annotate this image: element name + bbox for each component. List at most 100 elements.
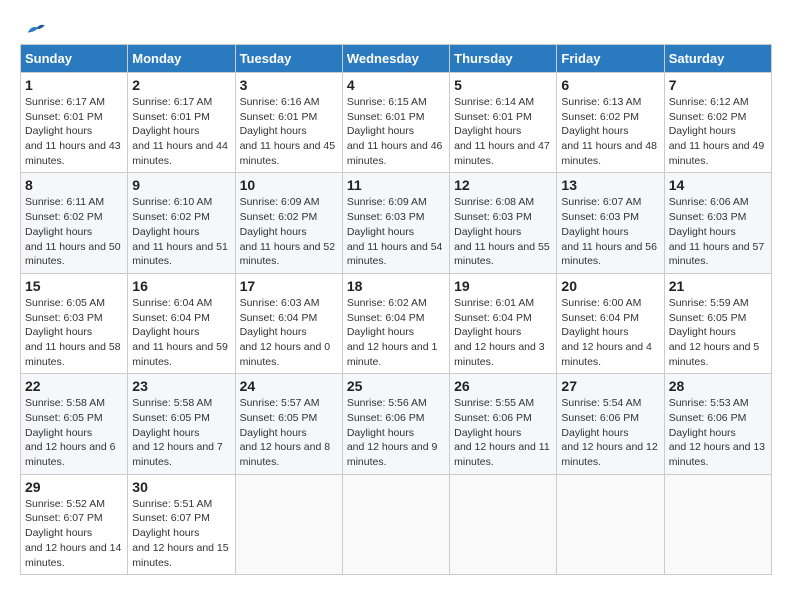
calendar-cell: 10 Sunrise: 6:09 AM Sunset: 6:02 PM Dayl… — [235, 173, 342, 273]
weekday-header-wednesday: Wednesday — [342, 45, 449, 73]
day-info: Sunrise: 6:09 AM Sunset: 6:02 PM Dayligh… — [240, 195, 338, 268]
day-number: 3 — [240, 77, 338, 93]
logo-bird-icon — [24, 20, 46, 38]
calendar-cell: 11 Sunrise: 6:09 AM Sunset: 6:03 PM Dayl… — [342, 173, 449, 273]
day-info: Sunrise: 6:15 AM Sunset: 6:01 PM Dayligh… — [347, 95, 445, 168]
calendar-cell: 19 Sunrise: 6:01 AM Sunset: 6:04 PM Dayl… — [450, 273, 557, 373]
day-info: Sunrise: 5:55 AM Sunset: 6:06 PM Dayligh… — [454, 396, 552, 469]
day-info: Sunrise: 6:09 AM Sunset: 6:03 PM Dayligh… — [347, 195, 445, 268]
calendar-cell: 7 Sunrise: 6:12 AM Sunset: 6:02 PM Dayli… — [664, 73, 771, 173]
weekday-header-friday: Friday — [557, 45, 664, 73]
calendar-cell — [664, 474, 771, 574]
calendar-cell — [450, 474, 557, 574]
weekday-header-thursday: Thursday — [450, 45, 557, 73]
day-info: Sunrise: 6:05 AM Sunset: 6:03 PM Dayligh… — [25, 296, 123, 369]
calendar-cell: 17 Sunrise: 6:03 AM Sunset: 6:04 PM Dayl… — [235, 273, 342, 373]
day-info: Sunrise: 6:10 AM Sunset: 6:02 PM Dayligh… — [132, 195, 230, 268]
day-info: Sunrise: 6:00 AM Sunset: 6:04 PM Dayligh… — [561, 296, 659, 369]
calendar-week-4: 22 Sunrise: 5:58 AM Sunset: 6:05 PM Dayl… — [21, 374, 772, 474]
calendar-cell: 29 Sunrise: 5:52 AM Sunset: 6:07 PM Dayl… — [21, 474, 128, 574]
day-info: Sunrise: 6:17 AM Sunset: 6:01 PM Dayligh… — [132, 95, 230, 168]
calendar-cell: 18 Sunrise: 6:02 AM Sunset: 6:04 PM Dayl… — [342, 273, 449, 373]
calendar-cell: 25 Sunrise: 5:56 AM Sunset: 6:06 PM Dayl… — [342, 374, 449, 474]
day-info: Sunrise: 6:07 AM Sunset: 6:03 PM Dayligh… — [561, 195, 659, 268]
calendar-cell: 4 Sunrise: 6:15 AM Sunset: 6:01 PM Dayli… — [342, 73, 449, 173]
day-info: Sunrise: 5:56 AM Sunset: 6:06 PM Dayligh… — [347, 396, 445, 469]
day-info: Sunrise: 5:51 AM Sunset: 6:07 PM Dayligh… — [132, 497, 230, 570]
day-info: Sunrise: 5:59 AM Sunset: 6:05 PM Dayligh… — [669, 296, 767, 369]
day-number: 10 — [240, 177, 338, 193]
day-info: Sunrise: 5:52 AM Sunset: 6:07 PM Dayligh… — [25, 497, 123, 570]
day-number: 7 — [669, 77, 767, 93]
calendar-cell: 20 Sunrise: 6:00 AM Sunset: 6:04 PM Dayl… — [557, 273, 664, 373]
day-info: Sunrise: 6:03 AM Sunset: 6:04 PM Dayligh… — [240, 296, 338, 369]
calendar-cell: 28 Sunrise: 5:53 AM Sunset: 6:06 PM Dayl… — [664, 374, 771, 474]
day-info: Sunrise: 5:53 AM Sunset: 6:06 PM Dayligh… — [669, 396, 767, 469]
page-header — [20, 20, 772, 34]
day-number: 30 — [132, 479, 230, 495]
day-number: 4 — [347, 77, 445, 93]
calendar-cell — [235, 474, 342, 574]
calendar-cell: 1 Sunrise: 6:17 AM Sunset: 6:01 PM Dayli… — [21, 73, 128, 173]
calendar-cell: 15 Sunrise: 6:05 AM Sunset: 6:03 PM Dayl… — [21, 273, 128, 373]
day-number: 6 — [561, 77, 659, 93]
day-number: 28 — [669, 378, 767, 394]
day-info: Sunrise: 5:58 AM Sunset: 6:05 PM Dayligh… — [25, 396, 123, 469]
day-number: 15 — [25, 278, 123, 294]
day-number: 1 — [25, 77, 123, 93]
day-info: Sunrise: 6:12 AM Sunset: 6:02 PM Dayligh… — [669, 95, 767, 168]
calendar-cell: 27 Sunrise: 5:54 AM Sunset: 6:06 PM Dayl… — [557, 374, 664, 474]
day-info: Sunrise: 5:58 AM Sunset: 6:05 PM Dayligh… — [132, 396, 230, 469]
calendar-cell: 26 Sunrise: 5:55 AM Sunset: 6:06 PM Dayl… — [450, 374, 557, 474]
calendar-cell: 30 Sunrise: 5:51 AM Sunset: 6:07 PM Dayl… — [128, 474, 235, 574]
day-number: 11 — [347, 177, 445, 193]
day-number: 16 — [132, 278, 230, 294]
calendar-cell: 13 Sunrise: 6:07 AM Sunset: 6:03 PM Dayl… — [557, 173, 664, 273]
calendar-week-3: 15 Sunrise: 6:05 AM Sunset: 6:03 PM Dayl… — [21, 273, 772, 373]
day-number: 9 — [132, 177, 230, 193]
day-info: Sunrise: 6:13 AM Sunset: 6:02 PM Dayligh… — [561, 95, 659, 168]
day-number: 13 — [561, 177, 659, 193]
calendar-header-row: SundayMondayTuesdayWednesdayThursdayFrid… — [21, 45, 772, 73]
day-info: Sunrise: 6:08 AM Sunset: 6:03 PM Dayligh… — [454, 195, 552, 268]
calendar-cell: 24 Sunrise: 5:57 AM Sunset: 6:05 PM Dayl… — [235, 374, 342, 474]
day-number: 25 — [347, 378, 445, 394]
day-info: Sunrise: 5:57 AM Sunset: 6:05 PM Dayligh… — [240, 396, 338, 469]
calendar-cell: 9 Sunrise: 6:10 AM Sunset: 6:02 PM Dayli… — [128, 173, 235, 273]
day-number: 18 — [347, 278, 445, 294]
calendar-body: 1 Sunrise: 6:17 AM Sunset: 6:01 PM Dayli… — [21, 73, 772, 575]
weekday-header-saturday: Saturday — [664, 45, 771, 73]
day-number: 24 — [240, 378, 338, 394]
calendar-cell — [557, 474, 664, 574]
day-number: 23 — [132, 378, 230, 394]
calendar-table: SundayMondayTuesdayWednesdayThursdayFrid… — [20, 44, 772, 575]
day-number: 8 — [25, 177, 123, 193]
calendar-week-1: 1 Sunrise: 6:17 AM Sunset: 6:01 PM Dayli… — [21, 73, 772, 173]
day-number: 20 — [561, 278, 659, 294]
calendar-cell: 21 Sunrise: 5:59 AM Sunset: 6:05 PM Dayl… — [664, 273, 771, 373]
calendar-cell — [342, 474, 449, 574]
day-number: 19 — [454, 278, 552, 294]
day-number: 17 — [240, 278, 338, 294]
day-number: 5 — [454, 77, 552, 93]
day-info: Sunrise: 6:14 AM Sunset: 6:01 PM Dayligh… — [454, 95, 552, 168]
logo — [20, 20, 46, 34]
day-number: 12 — [454, 177, 552, 193]
day-number: 29 — [25, 479, 123, 495]
day-number: 14 — [669, 177, 767, 193]
calendar-week-5: 29 Sunrise: 5:52 AM Sunset: 6:07 PM Dayl… — [21, 474, 772, 574]
calendar-cell: 16 Sunrise: 6:04 AM Sunset: 6:04 PM Dayl… — [128, 273, 235, 373]
day-info: Sunrise: 6:17 AM Sunset: 6:01 PM Dayligh… — [25, 95, 123, 168]
calendar-cell: 14 Sunrise: 6:06 AM Sunset: 6:03 PM Dayl… — [664, 173, 771, 273]
day-info: Sunrise: 5:54 AM Sunset: 6:06 PM Dayligh… — [561, 396, 659, 469]
day-number: 21 — [669, 278, 767, 294]
weekday-header-tuesday: Tuesday — [235, 45, 342, 73]
day-info: Sunrise: 6:04 AM Sunset: 6:04 PM Dayligh… — [132, 296, 230, 369]
calendar-cell: 12 Sunrise: 6:08 AM Sunset: 6:03 PM Dayl… — [450, 173, 557, 273]
calendar-cell: 6 Sunrise: 6:13 AM Sunset: 6:02 PM Dayli… — [557, 73, 664, 173]
day-info: Sunrise: 6:11 AM Sunset: 6:02 PM Dayligh… — [25, 195, 123, 268]
day-number: 26 — [454, 378, 552, 394]
calendar-cell: 8 Sunrise: 6:11 AM Sunset: 6:02 PM Dayli… — [21, 173, 128, 273]
calendar-cell: 23 Sunrise: 5:58 AM Sunset: 6:05 PM Dayl… — [128, 374, 235, 474]
day-info: Sunrise: 6:06 AM Sunset: 6:03 PM Dayligh… — [669, 195, 767, 268]
